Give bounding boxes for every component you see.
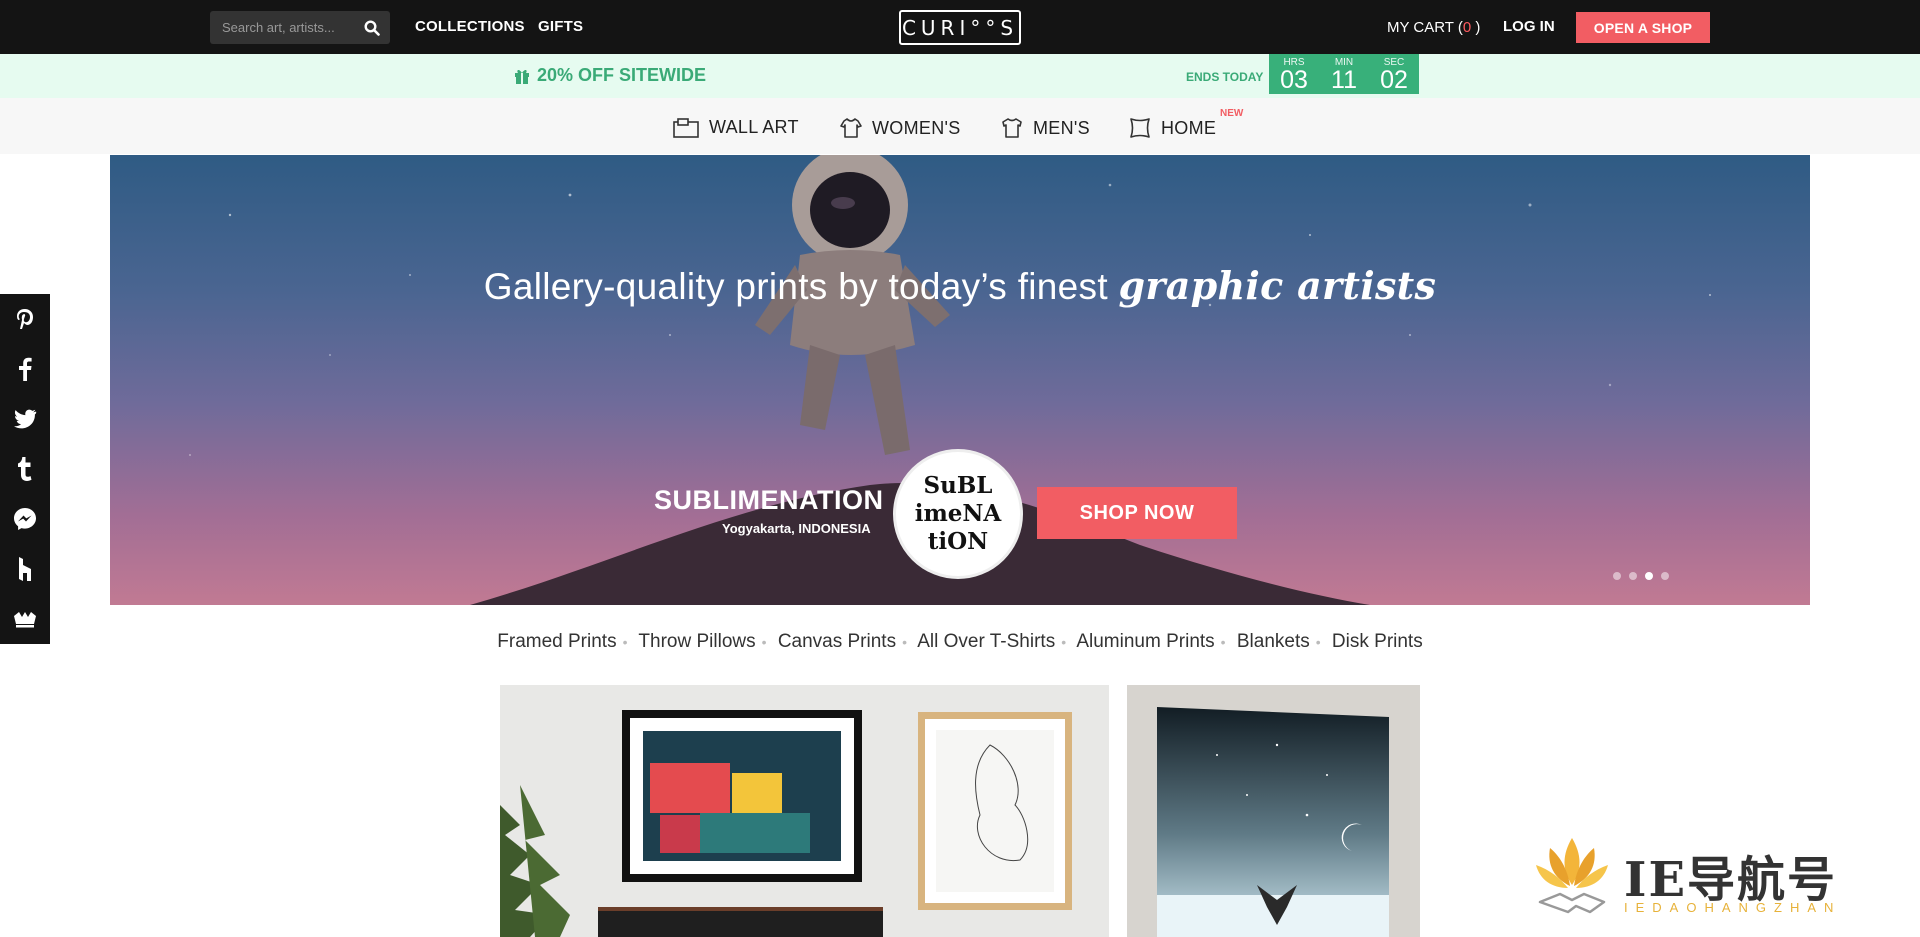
cart-count: 0 [1462,19,1472,36]
mens-shirt-icon [1002,118,1022,138]
womens-shirt-icon [840,118,862,138]
cart-close: ) [1471,19,1481,36]
artist-name[interactable]: SUBLIMENATION [654,485,884,516]
product-type-link[interactable]: Blankets [1237,631,1310,652]
share-tumblr[interactable] [0,444,50,494]
watermark: IE导航号 IEDAOHANGZHAN [1532,830,1897,925]
twitter-icon [14,409,37,429]
carousel-dot[interactable] [1629,572,1637,580]
timer-minutes: MIN 11 [1319,54,1369,94]
category-nav: WALL ART WOMEN'S MEN'S HOME NEW [0,98,1920,154]
carousel-dot-active[interactable] [1645,572,1653,580]
search-icon [364,19,380,36]
new-badge: NEW [1220,108,1244,119]
sumo-icon [14,612,36,628]
timer-value: 03 [1280,66,1308,94]
artist-avatar-lettering: SuBL imeNA tiON [915,472,1002,556]
carousel-dots [1613,572,1669,580]
share-pinterest[interactable] [0,294,50,344]
product-image-framed-prints[interactable] [500,685,1109,937]
messenger-icon [14,508,36,530]
share-messenger[interactable] [0,494,50,544]
category-mens[interactable]: MEN'S [1001,117,1090,139]
avatar-line: imeNA [914,500,1002,527]
nav-collections[interactable]: COLLECTIONS [415,18,525,35]
timer-label: SEC [1383,57,1405,68]
top-bar: COLLECTIONS GIFTS CURI°°S MY CART (0 ) L… [0,0,1920,54]
countdown-timer: HRS 03 MIN 11 SEC 02 [1269,54,1419,94]
separator-dot: • [761,634,767,650]
cart-link[interactable]: MY CART (0 ) [1387,19,1480,36]
promo-text: 20% OFF SITEWIDE [537,65,707,85]
hero-title: Gallery-quality prints by today’s finest… [110,263,1810,308]
frame-icon [673,117,699,138]
houzz-icon [19,557,31,581]
share-twitter[interactable] [0,394,50,444]
artist-location: Yogyakarta, INDONESIA [722,521,871,536]
separator-dot: • [1315,634,1321,650]
carousel-dot[interactable] [1613,572,1621,580]
category-womens[interactable]: WOMEN'S [840,117,961,139]
timer-value: 11 [1331,66,1357,94]
watermark-subtext: IEDAOHANGZHAN [1624,900,1842,915]
pillow-icon [1130,118,1150,138]
ends-today-label: ENDS TODAY [1186,70,1264,84]
category-label: WOMEN'S [872,117,961,138]
product-image-aluminum-print[interactable] [1127,685,1420,937]
lotus-handshake-logo [1536,838,1608,914]
timer-label: MIN [1334,57,1354,68]
search-button[interactable] [354,11,390,44]
product-type-link[interactable]: Aluminum Prints [1076,631,1214,652]
cart-label: MY CART ( [1387,19,1463,36]
category-wall-art[interactable]: WALL ART [673,117,799,138]
nav-gifts[interactable]: GIFTS [538,18,583,35]
timer-label: HRS [1283,57,1305,68]
category-label: MEN'S [1033,117,1090,138]
hero-banner[interactable]: Gallery-quality prints by today’s finest… [110,155,1810,605]
separator-dot: • [1220,634,1226,650]
timer-value: 02 [1380,66,1408,94]
login-link[interactable]: LOG IN [1503,18,1555,35]
artist-avatar[interactable]: SuBL imeNA tiON [893,449,1023,579]
promo-bar: 20% OFF SITEWIDE ENDS TODAY [0,54,1920,98]
share-facebook[interactable] [0,344,50,394]
gift-icon [515,69,529,84]
category-label: WALL ART [709,117,799,137]
timer-hours: HRS 03 [1269,54,1319,94]
aluminum-print-scene [1127,685,1420,937]
avatar-line: tiON [927,528,989,555]
site-logo[interactable]: CURI°°S [899,10,1021,45]
product-type-link[interactable]: Framed Prints [497,631,616,652]
promo-offer[interactable]: 20% OFF SITEWIDE [514,65,706,86]
product-type-link[interactable]: Throw Pillows [638,631,755,652]
category-home[interactable]: HOME [1129,117,1216,139]
separator-dot: • [622,634,628,650]
shop-now-button[interactable]: SHOP NOW [1037,487,1237,539]
social-share-bar [0,294,50,644]
separator-dot: • [902,634,907,650]
share-houzz[interactable] [0,544,50,594]
tumblr-icon [18,457,32,481]
framed-prints-scene [500,685,1109,937]
search-input[interactable] [210,11,355,44]
timer-seconds: SEC 02 [1369,54,1419,94]
category-label: HOME [1161,117,1217,138]
astronaut-image [755,155,950,455]
separator-dot: • [1061,634,1067,650]
product-type-link[interactable]: Canvas Prints [778,631,896,652]
pinterest-icon [17,309,33,329]
avatar-line: SuBL [923,472,993,499]
product-types-nav: Framed Prints • Throw Pillows • Canvas Pri… [0,631,1920,653]
hero-title-script: graphic artists [1118,263,1437,308]
product-type-link[interactable]: Disk Prints [1332,631,1423,652]
facebook-icon [19,357,32,381]
hero-title-text: Gallery-quality prints by today’s finest [483,266,1119,307]
carousel-dot[interactable] [1661,572,1669,580]
product-type-link[interactable]: All Over T-Shirts [917,631,1055,652]
open-shop-button[interactable]: OPEN A SHOP [1576,12,1710,43]
search-box [210,11,390,44]
